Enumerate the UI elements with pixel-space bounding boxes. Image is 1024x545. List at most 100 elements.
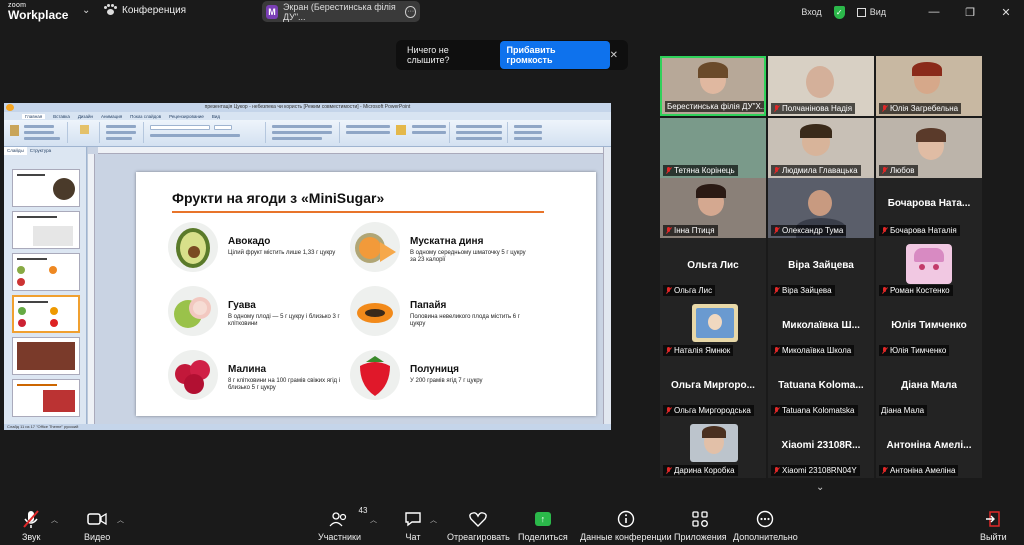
increase-volume-button[interactable]: Прибавить громкость (499, 41, 610, 69)
participant-tile[interactable]: Діана Мала Діана Мала (876, 358, 982, 418)
participant-big-name: Юлія Тимченко (891, 320, 967, 331)
participant-name-label: Ольга Лис (663, 285, 716, 296)
participant-tile[interactable]: Віра Зайцева Віра Зайцева (768, 238, 874, 298)
tab-slides: Слайды (4, 147, 27, 155)
participants-icon: 43 (329, 506, 367, 529)
muted-mic-icon (665, 346, 672, 355)
participant-tile[interactable]: Олександр Тума (768, 178, 874, 238)
ribbon-group-drawing (342, 122, 450, 143)
react-button[interactable]: Отреагировать (447, 509, 510, 542)
audio-button[interactable]: Звук (22, 509, 40, 542)
audio-options-caret[interactable]: ︿ (51, 515, 58, 525)
fruit-name: Полуниця (410, 364, 459, 375)
share-screen-button[interactable]: ↑ Поделиться (518, 509, 568, 542)
participant-name-label: Віра Зайцева (771, 285, 835, 296)
muted-mic-icon (773, 466, 780, 475)
muted-mic-icon (773, 406, 780, 415)
participant-tile[interactable]: Ольга Миргоро... Ольга Миргородська (660, 358, 766, 418)
participant-tile[interactable]: Любов (876, 118, 982, 178)
muted-mic-icon (881, 286, 888, 295)
participant-name-label: Роман Костенко (879, 285, 953, 296)
video-camera-icon (87, 509, 107, 529)
more-label: Дополнительно (733, 532, 798, 542)
chat-button[interactable]: Чат (404, 509, 422, 542)
participant-tile[interactable]: Xiaomi 23108R... Xiaomi 23108RN04Y (768, 418, 874, 478)
participant-name: Діана Мала (881, 406, 925, 415)
participant-tile[interactable]: Роман Костенко (876, 238, 982, 298)
participant-name-label: Полчанінова Надія (771, 103, 856, 114)
close-icon[interactable]: ✕ (988, 0, 1024, 24)
more-button[interactable]: Дополнительно (733, 509, 798, 542)
video-button[interactable]: Видео (84, 509, 110, 542)
apps-button[interactable]: Приложения (674, 509, 727, 542)
leave-button[interactable]: Выйти (980, 509, 1007, 542)
participant-tile[interactable]: Дарина Коробка (660, 418, 766, 478)
participant-tile[interactable]: Tatuana Koloma... Tatuana Kolomatska (768, 358, 874, 418)
minimize-icon[interactable]: — (916, 0, 952, 24)
participant-name-label: Ольга Миргородська (663, 405, 754, 416)
participant-tile[interactable]: Ольга Лис Ольга Лис (660, 238, 766, 298)
gallery-next-page-icon[interactable]: ⌄ (816, 482, 824, 493)
security-shield-icon[interactable]: ✓ (833, 5, 845, 19)
close-notice-icon[interactable]: ✕ (610, 50, 618, 61)
conference-info-button[interactable]: Конференция (104, 4, 186, 16)
participant-name: Наталія Ямнюк (674, 346, 731, 355)
muted-microphone-icon (22, 509, 40, 529)
meeting-info-button[interactable]: Данные конференции (580, 509, 672, 542)
participant-gallery: Берестинська філія ДУ"Х... Полчанінова Н… (660, 56, 982, 480)
leave-icon (984, 509, 1002, 529)
participant-tile[interactable]: Людмила Главацька (768, 118, 874, 178)
participant-tile[interactable]: Миколаївка Ш... Миколаївка Школа (768, 298, 874, 358)
participant-tile[interactable]: Антоніна Амелі... Антоніна Амеліна (876, 418, 982, 478)
screen-share-indicator[interactable]: M Экран (Берестинська філія ДУ"... ··· (262, 1, 420, 22)
participant-big-name: Віра Зайцева (788, 260, 854, 271)
restore-icon[interactable]: ❐ (952, 0, 988, 24)
video-options-caret[interactable]: ︿ (117, 515, 124, 525)
participant-big-name: Бочарова Ната... (887, 198, 971, 209)
participant-tile[interactable]: Інна Птиця (660, 178, 766, 238)
vertical-ruler (88, 154, 95, 424)
office-button-icon (6, 104, 14, 111)
slide-title: Фрукти на ягоди з «MiniSugar» (172, 190, 385, 206)
logo-line2: Workplace (8, 8, 69, 22)
participant-name: Миколаївка Школа (782, 346, 852, 355)
avatar (690, 424, 738, 462)
participant-name-label: Любов (879, 165, 918, 176)
view-button[interactable]: Вид (870, 7, 886, 17)
participant-name: Тетяна Корінець (674, 166, 735, 175)
ribbon-group-slides (102, 122, 144, 143)
muted-mic-icon (665, 466, 672, 475)
top-right-controls: Вход ✓ Вид — ❐ ✕ (801, 0, 1024, 24)
chat-options-caret[interactable]: ︿ (430, 515, 437, 525)
fruit-name: Малина (228, 364, 267, 375)
participant-big-name: Ольга Миргоро... (671, 380, 755, 391)
more-options-icon[interactable]: ··· (405, 5, 417, 18)
fruit-name: Авокадо (228, 236, 271, 247)
zoom-meeting-window: zoom Workplace ⌄ Конференция M Экран (Бе… (0, 0, 1024, 545)
ribbon-group-styles (452, 122, 508, 143)
participant-tile[interactable]: Бочарова Ната... Бочарова Наталія (876, 178, 982, 238)
share-screen-icon: ↑ (534, 509, 551, 529)
participant-name: Дарина Коробка (674, 466, 735, 475)
participant-tile[interactable]: Берестинська філія ДУ"Х... (660, 56, 766, 116)
participants-button[interactable]: 43 Участники (318, 506, 367, 542)
participant-tile[interactable]: Тетяна Корінець (660, 118, 766, 178)
participant-tile[interactable]: Юлія Загребельна (876, 56, 982, 116)
participant-tile[interactable]: Полчанінова Надія (768, 56, 874, 116)
participant-tile[interactable]: Юлія Тимченко Юлія Тимченко (876, 298, 982, 358)
chevron-down-icon[interactable]: ⌄ (82, 5, 90, 16)
participant-name: Бочарова Наталія (890, 226, 957, 235)
participant-name-label: Миколаївка Школа (771, 345, 855, 356)
sharer-avatar: M (266, 4, 278, 19)
fruit-description: Половина невеликого плода містить 6 г цу… (410, 314, 520, 327)
view-grid-icon[interactable] (856, 7, 866, 17)
participant-tile[interactable]: Наталія Ямнюк (660, 298, 766, 358)
muted-mic-icon (881, 166, 888, 175)
ribbon-tab-animation: Анимация (101, 113, 123, 119)
login-button[interactable]: Вход (801, 7, 821, 17)
muted-mic-icon (773, 104, 780, 113)
participants-options-caret[interactable]: ︿ (370, 515, 377, 525)
more-dots-icon (756, 509, 774, 529)
anime-avatar (906, 244, 952, 284)
ribbon-tab-home: Главная (22, 113, 46, 119)
